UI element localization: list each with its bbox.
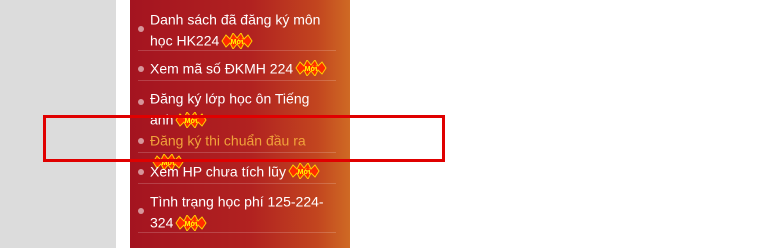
svg-text:Mới: Mới [185,221,198,228]
bullet-dot-icon [138,65,144,72]
bullet-dot-icon [138,26,144,32]
svg-text:Mới: Mới [298,169,311,176]
menu-item-text: Xem mã số ĐKMH 224 Mới [138,57,336,78]
menu-item-text: Danh sách đã đăng ký môn học HK224 Mới [138,8,336,51]
svg-text:Mới: Mới [305,66,318,73]
menu-item-english-review[interactable]: Đăng ký lớp học ôn Tiếng anh Mới [138,87,336,128]
menu-item-registered-courses[interactable]: Danh sách đã đăng ký môn học HK224 Mới [138,8,336,51]
menu-item-uncompleted-courses[interactable]: Xem HP chưa tích lũy Mới [138,160,336,184]
bullet-dot-icon [138,99,144,105]
menu-item-text: Xem HP chưa tích lũy Mới [138,160,336,181]
new-badge-icon: Mới [221,32,253,49]
menu-item-course-codes[interactable]: Xem mã số ĐKMH 224 Mới [138,57,336,81]
menu-item-label: Xem mã số ĐKMH 224 [150,60,294,77]
menu-item-text: Tình trạng học phí 125-224-324 Mới [138,190,336,233]
bullet-dot-icon [138,168,144,175]
highlight-annotation-box [43,115,445,162]
menu-item-label: Xem HP chưa tích lũy [150,163,286,180]
new-badge-icon: Mới [295,60,327,77]
new-badge-icon: Mới [288,163,320,180]
svg-text:Mới: Mới [231,39,244,46]
menu-item-tuition-status[interactable]: Tình trạng học phí 125-224-324 Mới [138,190,336,233]
bullet-dot-icon [138,208,144,214]
new-badge-icon: Mới [175,214,207,231]
